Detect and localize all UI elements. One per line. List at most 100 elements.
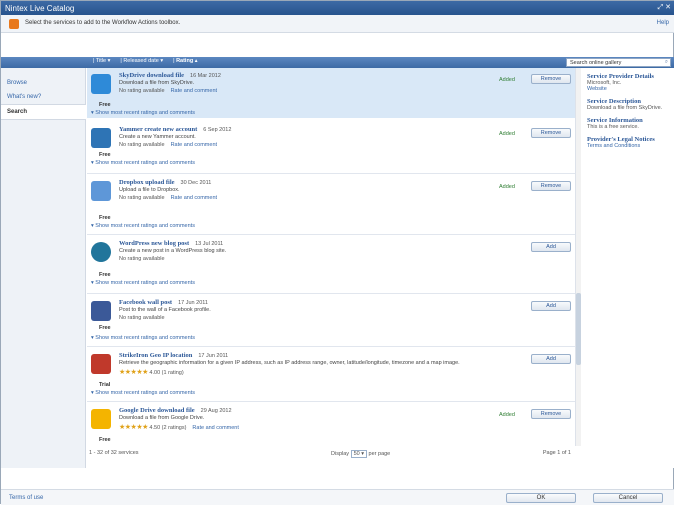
- item-name: Dropbox upload file: [119, 179, 175, 186]
- website-link[interactable]: Website: [587, 86, 671, 92]
- star-rating-icon: ★★★★★: [119, 424, 148, 431]
- legal-heading: Provider's Legal Notices: [587, 136, 655, 143]
- nav-search[interactable]: Search: [1, 104, 86, 120]
- item-date: 16 Mar 2012: [190, 73, 221, 79]
- title-bar: Nintex Live Catalog ⤢ ✕: [1, 1, 674, 15]
- item-price: Free: [99, 437, 111, 443]
- item-name: Yammer create new account: [119, 126, 198, 133]
- item-desc: Upload a file to Dropbox.: [119, 187, 180, 193]
- google-drive-icon: [91, 409, 111, 429]
- sort-options: | Title ▾ | Released date ▾ | Rating ▴: [93, 58, 197, 67]
- item-date: 30 Dec 2011: [180, 180, 212, 186]
- wordpress-icon: [91, 242, 111, 262]
- item-desc: Post to the wall of a Facebook profile.: [119, 307, 211, 313]
- more-ratings-link[interactable]: ▾ Show most recent ratings and comments: [91, 110, 195, 116]
- item-name: SkyDrive download file: [119, 72, 185, 79]
- provider-heading: Service Provider Details: [587, 73, 654, 80]
- sort-title[interactable]: | Title ▾: [93, 58, 110, 67]
- item-name: StrikeIron Geo IP location: [119, 352, 193, 359]
- item-desc: Retrieve the geographic information for …: [119, 360, 460, 366]
- search-input[interactable]: Search online gallery ⌕: [566, 58, 671, 67]
- rate-link[interactable]: Rate and comment: [192, 425, 238, 431]
- star-rating-icon: ★★★★★: [119, 369, 148, 376]
- item-name: Facebook wall post: [119, 299, 173, 306]
- more-ratings-link[interactable]: ▾ Show most recent ratings and comments: [91, 223, 195, 229]
- item-name: WordPress new blog post: [119, 240, 190, 247]
- yammer-icon: [91, 128, 111, 148]
- item-price: Free: [99, 215, 111, 221]
- list-item[interactable]: WordPress new blog post 13 Jul 2011 Creat…: [87, 236, 575, 294]
- remove-button[interactable]: Remove: [531, 181, 571, 191]
- nintex-logo-icon: [9, 19, 19, 29]
- more-ratings-link[interactable]: ▾ Show most recent ratings and comments: [91, 390, 195, 396]
- scrollbar-thumb[interactable]: [576, 293, 581, 365]
- terms-link[interactable]: Terms and Conditions: [587, 143, 671, 149]
- nav-whats-new[interactable]: What's new?: [1, 90, 85, 104]
- item-date: 17 Jun 2011: [198, 353, 229, 359]
- remove-button[interactable]: Remove: [531, 409, 571, 419]
- added-label: Added: [499, 184, 515, 190]
- sort-rating[interactable]: | Rating ▴: [173, 58, 197, 67]
- description-heading: Service Description: [587, 98, 641, 105]
- rate-link[interactable]: Rate and comment: [171, 195, 217, 201]
- dropbox-icon: [91, 181, 111, 201]
- per-page-label: per page: [368, 451, 391, 457]
- list-item[interactable]: StrikeIron Geo IP location 17 Jun 2011 Re…: [87, 348, 575, 402]
- information-text: This is a free service.: [587, 124, 639, 130]
- list-item[interactable]: Yammer create new account 6 Sep 2012 Crea…: [87, 122, 575, 174]
- item-date: 17 Jun 2011: [178, 300, 208, 306]
- information-heading: Service Information: [587, 117, 643, 124]
- item-rating: No rating available: [119, 256, 165, 262]
- dialog-footer: Terms of use OK Cancel: [1, 489, 674, 505]
- terms-of-use-link[interactable]: Terms of use: [9, 495, 43, 501]
- add-button[interactable]: Add: [531, 301, 571, 311]
- rate-link[interactable]: Rate and comment: [171, 142, 217, 148]
- item-rating: No rating available: [119, 315, 165, 321]
- item-rating: No rating available: [119, 195, 165, 201]
- details-panel: Service Provider Details Microsoft, Inc.…: [583, 68, 674, 468]
- help-link[interactable]: Help: [657, 20, 669, 26]
- item-price: Free: [99, 102, 111, 108]
- description-text: Download a file from SkyDrive.: [587, 105, 663, 111]
- list-item[interactable]: Facebook wall post 17 Jun 2011 Post to th…: [87, 295, 575, 347]
- rate-link[interactable]: Rate and comment: [171, 88, 217, 94]
- item-price: Free: [99, 152, 111, 158]
- item-rating: 4.50 (2 ratings): [149, 425, 187, 431]
- list-item[interactable]: Google Drive download file 29 Aug 2012 Do…: [87, 403, 575, 445]
- remove-button[interactable]: Remove: [531, 128, 571, 138]
- item-desc: Create a new Yammer account.: [119, 134, 196, 140]
- ok-button[interactable]: OK: [506, 493, 576, 503]
- list-scrollbar[interactable]: [575, 68, 581, 446]
- more-ratings-link[interactable]: ▾ Show most recent ratings and comments: [91, 280, 195, 286]
- item-desc: Download a file from Google Drive.: [119, 415, 205, 421]
- item-name: Google Drive download file: [119, 407, 195, 414]
- add-button[interactable]: Add: [531, 242, 571, 252]
- item-desc: Download a file from SkyDrive.: [119, 80, 195, 86]
- service-list: SkyDrive download file 16 Mar 2012 Downlo…: [87, 68, 581, 446]
- item-rating: No rating available: [119, 88, 165, 94]
- window-controls[interactable]: ⤢ ✕: [658, 3, 671, 12]
- more-ratings-link[interactable]: ▾ Show most recent ratings and comments: [91, 335, 195, 341]
- search-icon[interactable]: ⌕: [665, 59, 668, 66]
- strikeiron-icon: [91, 354, 111, 374]
- item-price: Trial: [99, 382, 111, 388]
- item-desc: Create a new post in a WordPress blog si…: [119, 248, 227, 254]
- add-button[interactable]: Add: [531, 354, 571, 364]
- nav-browse[interactable]: Browse: [1, 76, 85, 90]
- list-item[interactable]: Dropbox upload file 30 Dec 2011 Upload a …: [87, 175, 575, 235]
- divider: [87, 173, 575, 174]
- facebook-icon: [91, 301, 111, 321]
- per-page-select[interactable]: 50 ▾: [350, 450, 367, 458]
- more-ratings-link[interactable]: ▾ Show most recent ratings and comments: [91, 160, 195, 166]
- cancel-button[interactable]: Cancel: [593, 493, 663, 503]
- remove-button[interactable]: Remove: [531, 74, 571, 84]
- list-item[interactable]: SkyDrive download file 16 Mar 2012 Downlo…: [87, 68, 575, 118]
- added-label: Added: [499, 412, 515, 418]
- item-date: 6 Sep 2012: [203, 127, 232, 133]
- item-date: 29 Aug 2012: [200, 408, 232, 414]
- skydrive-icon: [91, 74, 111, 94]
- divider: [87, 293, 575, 294]
- instruction-bar: Select the services to add to the Workfl…: [1, 15, 674, 33]
- sort-released[interactable]: | Released date ▾: [120, 58, 163, 67]
- left-nav: Browse What's new? Search: [1, 68, 86, 468]
